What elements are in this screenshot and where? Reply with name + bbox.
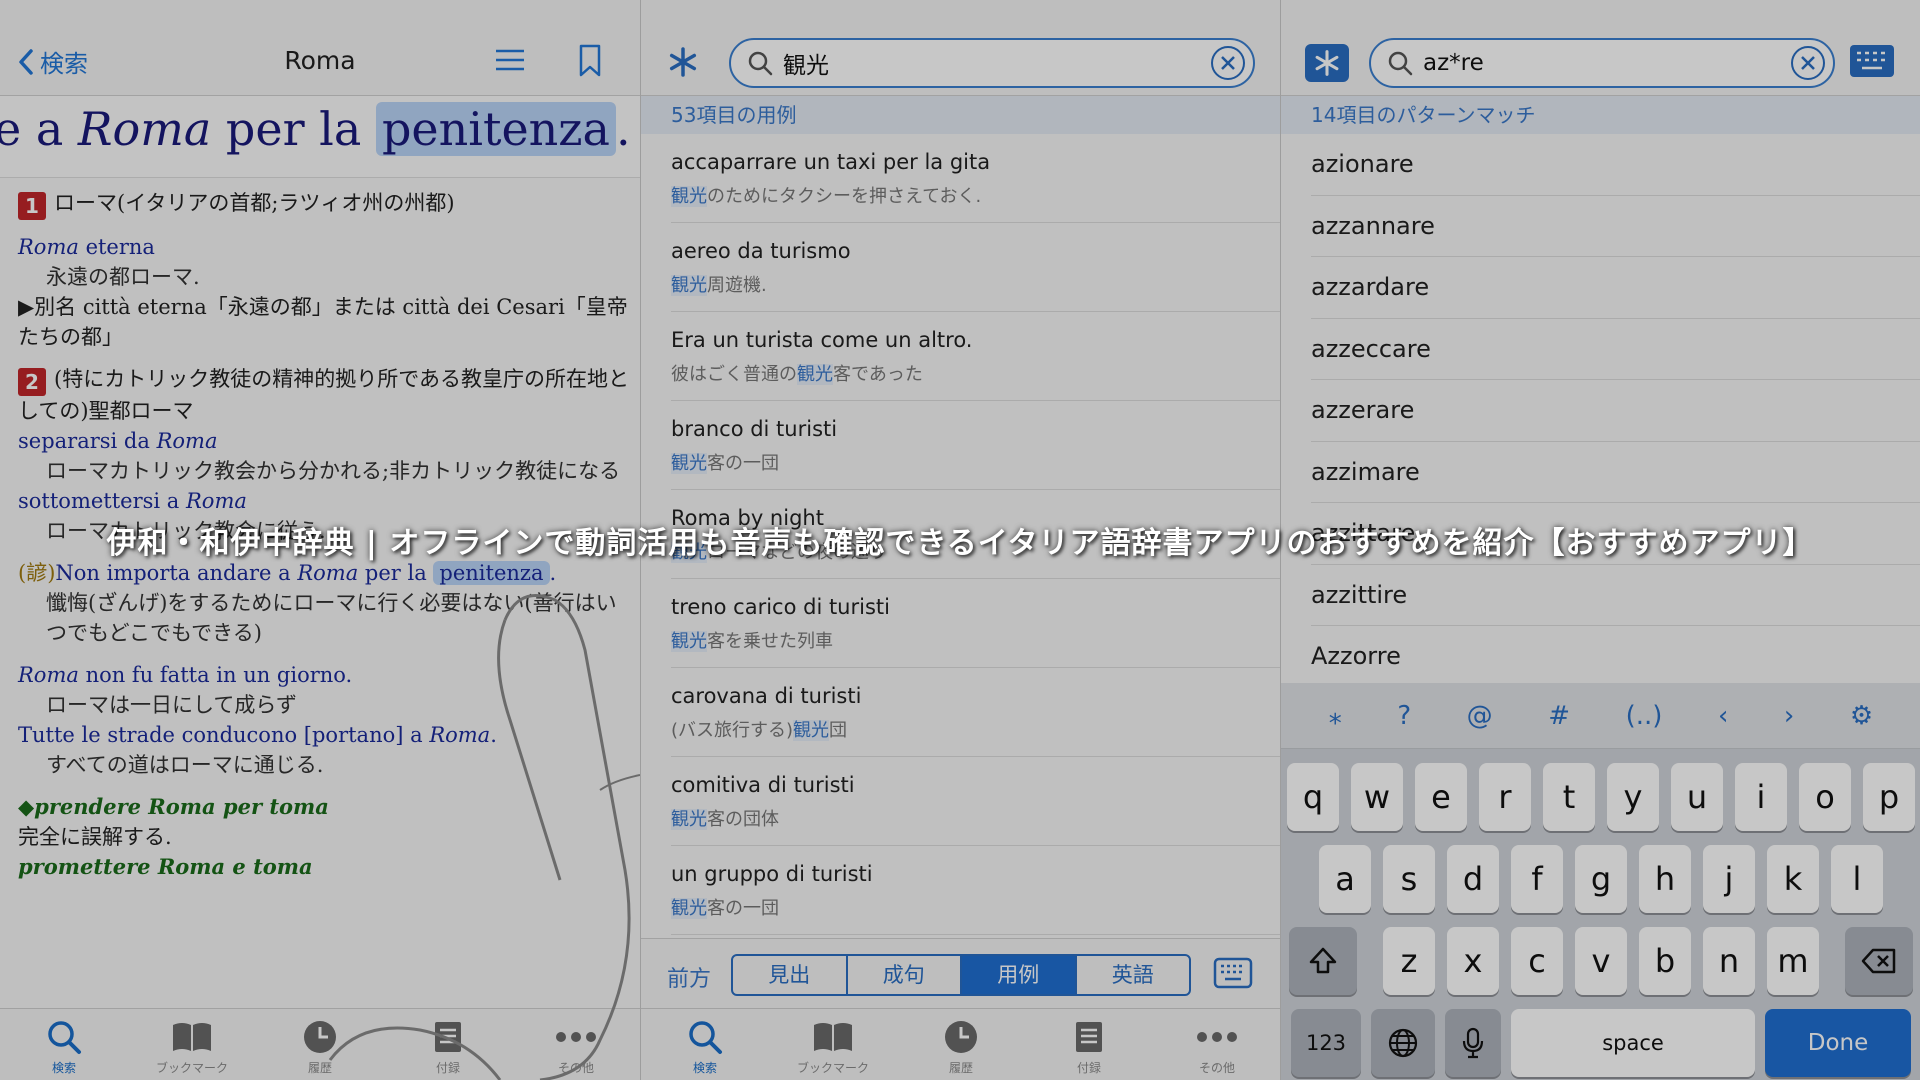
article-caption: 伊和・和伊中辞典 | オフラインで動詞活用も音声も確認できるイタリア語辞書アプリ…: [106, 526, 1814, 561]
